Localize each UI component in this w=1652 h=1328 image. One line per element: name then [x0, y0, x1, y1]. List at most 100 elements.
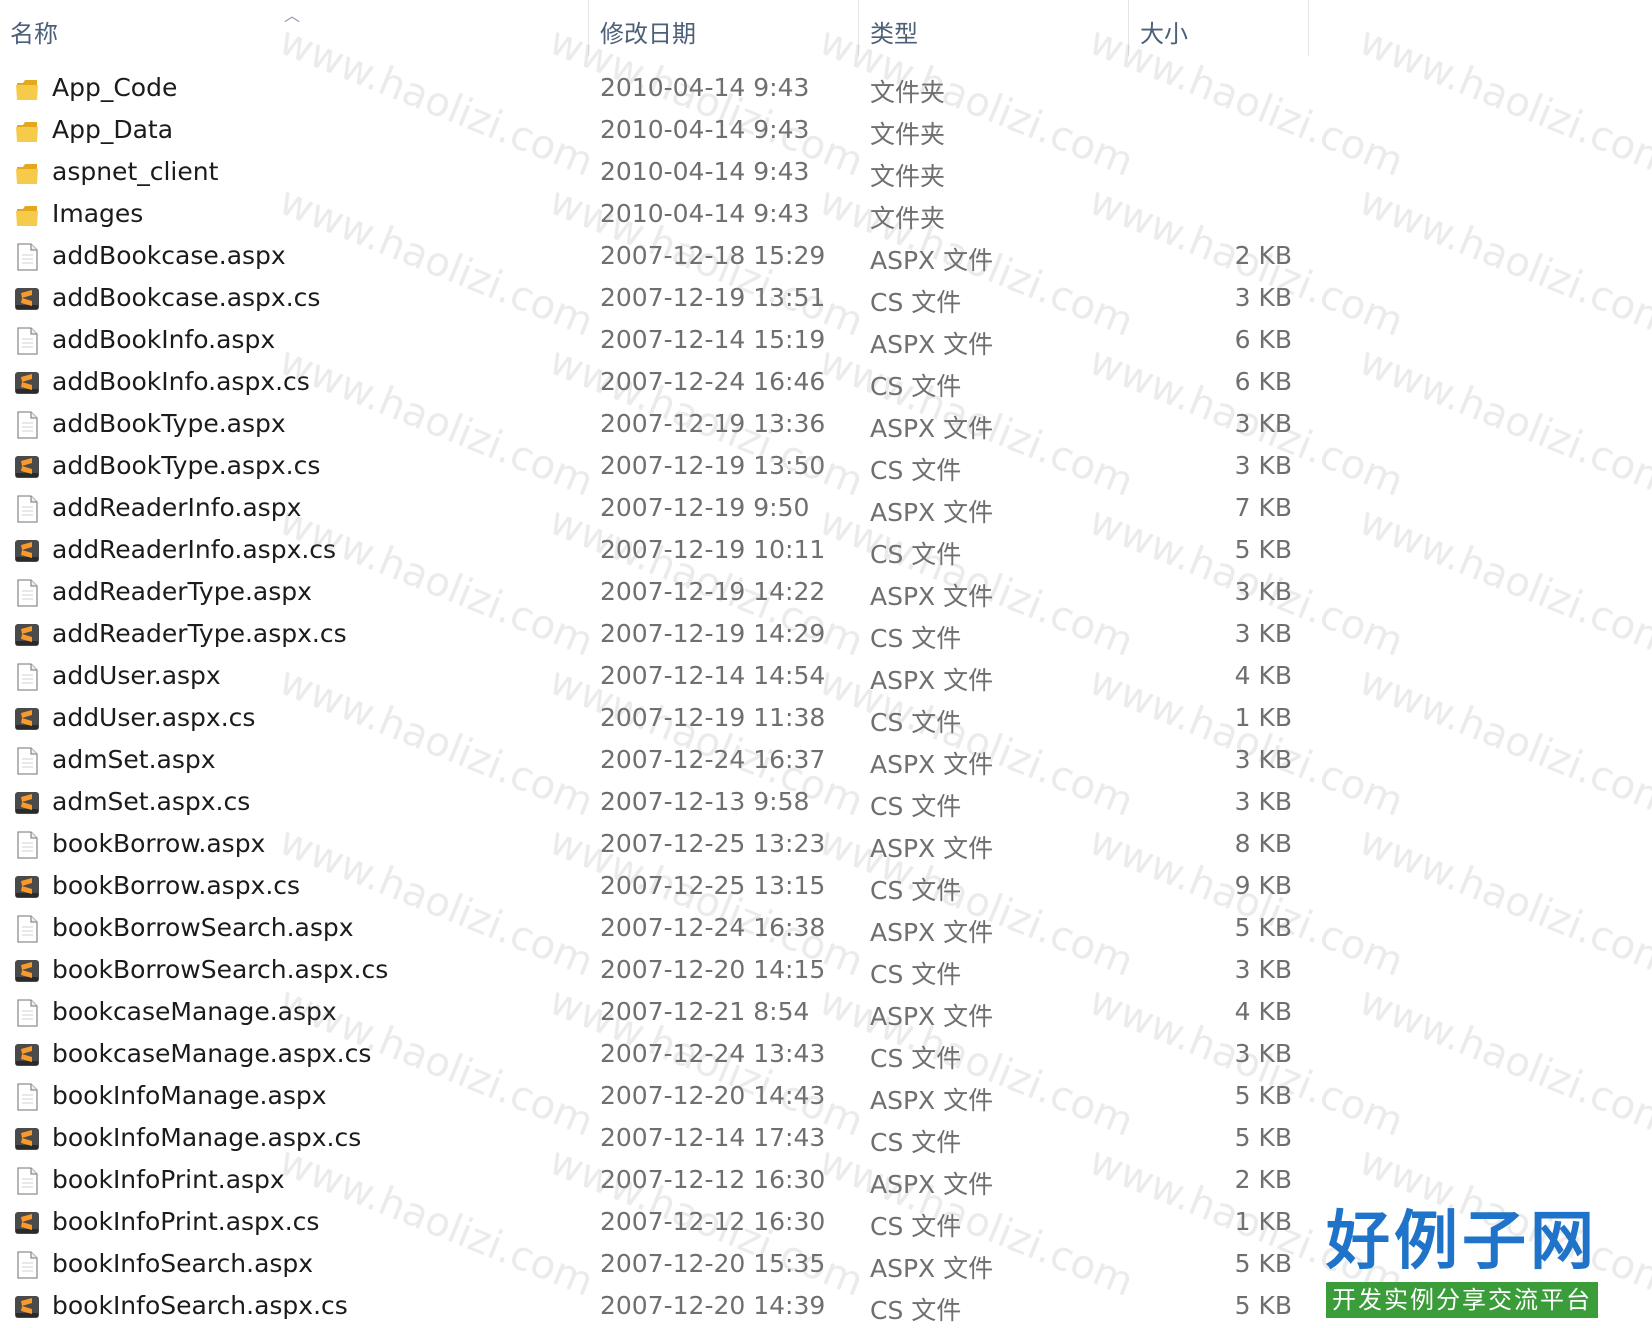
document-icon: [14, 1167, 40, 1195]
file-row[interactable]: addBookcase.aspx 2007-12-18 15:29 ASPX 文件 2…: [0, 236, 1652, 278]
file-size: 7 KB: [1234, 493, 1292, 522]
file-name: bookInfoManage.aspx: [52, 1081, 327, 1110]
sublime-file-icon: [14, 621, 40, 649]
file-name: addBookInfo.aspx.cs: [52, 367, 310, 396]
file-type: CS 文件: [870, 540, 962, 569]
file-date: 2007-12-21 8:54: [600, 997, 810, 1026]
column-divider[interactable]: [858, 0, 859, 56]
document-icon: [14, 663, 40, 691]
file-row[interactable]: addReaderInfo.aspx.cs 2007-12-19 10:11 CS …: [0, 530, 1652, 572]
document-icon: [14, 243, 40, 271]
file-size: 6 KB: [1234, 325, 1292, 354]
document-icon: [14, 747, 40, 775]
file-size: 6 KB: [1234, 367, 1292, 396]
file-row[interactable]: addUser.aspx 2007-12-14 14:54 ASPX 文件 4 KB: [0, 656, 1652, 698]
file-size: 3 KB: [1234, 619, 1292, 648]
file-row[interactable]: bookBorrow.aspx 2007-12-25 13:23 ASPX 文件 8 …: [0, 824, 1652, 866]
column-divider[interactable]: [1308, 0, 1309, 56]
file-row[interactable]: admSet.aspx.cs 2007-12-13 9:58 CS 文件 3 KB: [0, 782, 1652, 824]
column-header-type[interactable]: 类型: [870, 14, 918, 49]
logo-main-text: 好例子网: [1326, 1204, 1598, 1279]
file-row[interactable]: App_Data 2010-04-14 9:43 文件夹: [0, 110, 1652, 152]
file-date: 2007-12-13 9:58: [600, 787, 810, 816]
file-row[interactable]: addBookcase.aspx.cs 2007-12-19 13:51 CS 文件…: [0, 278, 1652, 320]
file-row[interactable]: bookInfoManage.aspx.cs 2007-12-14 17:43 CS…: [0, 1118, 1652, 1160]
file-date: 2007-12-20 15:35: [600, 1249, 826, 1278]
file-row[interactable]: addBookType.aspx 2007-12-19 13:36 ASPX 文件 3…: [0, 404, 1652, 446]
file-size: 5 KB: [1234, 535, 1292, 564]
file-size: 5 KB: [1234, 1123, 1292, 1152]
file-date: 2007-12-19 13:50: [600, 451, 826, 480]
file-name: App_Data: [52, 115, 174, 144]
file-size: 3 KB: [1234, 787, 1292, 816]
document-icon: [14, 1083, 40, 1111]
column-divider[interactable]: [1128, 0, 1129, 56]
file-row[interactable]: App_Code 2010-04-14 9:43 文件夹: [0, 68, 1652, 110]
file-type: CS 文件: [870, 624, 962, 653]
file-date: 2007-12-14 14:54: [600, 661, 826, 690]
file-row[interactable]: addBookInfo.aspx 2007-12-14 15:19 ASPX 文件 6…: [0, 320, 1652, 362]
site-logo: 好例子网 开发实例分享交流平台: [1326, 1206, 1598, 1318]
sublime-file-icon: [14, 1209, 40, 1237]
file-type: ASPX 文件: [870, 582, 994, 611]
file-date: 2007-12-24 16:37: [600, 745, 826, 774]
file-type: ASPX 文件: [870, 330, 994, 359]
file-row[interactable]: addReaderType.aspx 2007-12-19 14:22 ASPX 文…: [0, 572, 1652, 614]
file-date: 2007-12-25 13:23: [600, 829, 826, 858]
file-type: ASPX 文件: [870, 918, 994, 947]
sort-ascending-icon: ︿: [284, 6, 301, 25]
file-type: ASPX 文件: [870, 666, 994, 695]
sublime-file-icon: [14, 1125, 40, 1153]
file-row[interactable]: bookBorrowSearch.aspx 2007-12-24 16:38 ASP…: [0, 908, 1652, 950]
sublime-file-icon: [14, 1041, 40, 1069]
file-name: bookInfoSearch.aspx: [52, 1249, 314, 1278]
file-date: 2010-04-14 9:43: [600, 115, 810, 144]
file-row[interactable]: bookInfoPrint.aspx 2007-12-12 16:30 ASPX 文…: [0, 1160, 1652, 1202]
file-name: addReaderType.aspx: [52, 577, 312, 606]
sublime-file-icon: [14, 1293, 40, 1321]
file-date: 2007-12-24 13:43: [600, 1039, 826, 1068]
column-header-name[interactable]: 名称: [10, 14, 58, 49]
file-name: bookcaseManage.aspx: [52, 997, 337, 1026]
file-row[interactable]: aspnet_client 2010-04-14 9:43 文件夹: [0, 152, 1652, 194]
file-date: 2007-12-12 16:30: [600, 1165, 826, 1194]
sublime-file-icon: [14, 705, 40, 733]
file-name: addUser.aspx.cs: [52, 703, 256, 732]
file-row[interactable]: addReaderType.aspx.cs 2007-12-19 14:29 CS …: [0, 614, 1652, 656]
file-date: 2007-12-19 9:50: [600, 493, 810, 522]
document-icon: [14, 327, 40, 355]
file-name: bookBorrowSearch.aspx.cs: [52, 955, 389, 984]
file-row[interactable]: addReaderInfo.aspx 2007-12-19 9:50 ASPX 文件…: [0, 488, 1652, 530]
file-row[interactable]: addBookType.aspx.cs 2007-12-19 13:50 CS 文件…: [0, 446, 1652, 488]
file-size: 2 KB: [1234, 1165, 1292, 1194]
file-name: aspnet_client: [52, 157, 219, 186]
file-row[interactable]: bookInfoManage.aspx 2007-12-20 14:43 ASPX …: [0, 1076, 1652, 1118]
file-name: addBookcase.aspx.cs: [52, 283, 321, 312]
file-row[interactable]: addBookInfo.aspx.cs 2007-12-24 16:46 CS 文件…: [0, 362, 1652, 404]
file-row[interactable]: bookcaseManage.aspx.cs 2007-12-24 13:43 CS…: [0, 1034, 1652, 1076]
file-size: 5 KB: [1234, 1291, 1292, 1320]
file-date: 2007-12-14 15:19: [600, 325, 826, 354]
column-header-size[interactable]: 大小: [1140, 14, 1188, 49]
file-type: CS 文件: [870, 456, 962, 485]
file-date: 2007-12-19 14:22: [600, 577, 826, 606]
file-type: CS 文件: [870, 1044, 962, 1073]
file-row[interactable]: admSet.aspx 2007-12-24 16:37 ASPX 文件 3 KB: [0, 740, 1652, 782]
file-row[interactable]: bookBorrow.aspx.cs 2007-12-25 13:15 CS 文件 9…: [0, 866, 1652, 908]
file-row[interactable]: bookBorrowSearch.aspx.cs 2007-12-20 14:15…: [0, 950, 1652, 992]
file-row[interactable]: addUser.aspx.cs 2007-12-19 11:38 CS 文件 1 KB: [0, 698, 1652, 740]
file-date: 2007-12-19 11:38: [600, 703, 826, 732]
file-row[interactable]: Images 2010-04-14 9:43 文件夹: [0, 194, 1652, 236]
file-size: 5 KB: [1234, 1249, 1292, 1278]
column-header-date[interactable]: 修改日期: [600, 14, 696, 49]
file-date: 2007-12-20 14:43: [600, 1081, 826, 1110]
file-date: 2007-12-19 10:11: [600, 535, 826, 564]
file-size: 5 KB: [1234, 913, 1292, 942]
file-size: 1 KB: [1234, 703, 1292, 732]
file-type: 文件夹: [870, 120, 946, 149]
file-size: 5 KB: [1234, 1081, 1292, 1110]
file-row[interactable]: bookcaseManage.aspx 2007-12-21 8:54 ASPX 文…: [0, 992, 1652, 1034]
file-type: CS 文件: [870, 1128, 962, 1157]
folder-icon: [14, 159, 40, 187]
column-divider[interactable]: [588, 0, 589, 56]
